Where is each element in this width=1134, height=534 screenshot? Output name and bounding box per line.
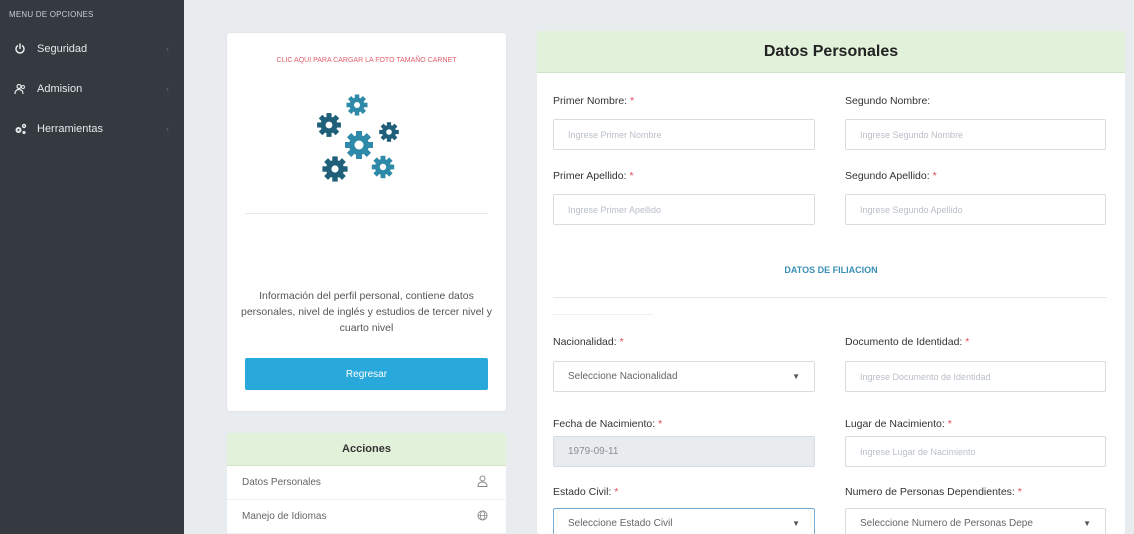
- action-item-label: Manejo de Idiomas: [242, 511, 327, 522]
- users-icon: [13, 82, 27, 96]
- segundo-nombre-input[interactable]: Ingrese Segundo Nombre: [845, 119, 1106, 150]
- dependientes-label: Numero de Personas Dependientes: *: [845, 486, 1022, 498]
- divider: [553, 297, 1107, 298]
- required-mark: *: [932, 170, 937, 182]
- action-item-datos-personales[interactable]: Datos Personales: [227, 466, 506, 500]
- label-text: Numero de Personas Dependientes:: [845, 486, 1015, 498]
- chevron-left-icon: ‹: [166, 83, 170, 95]
- primer-nombre-input[interactable]: Ingrese Primer Nombre: [553, 119, 815, 150]
- user-icon: [477, 475, 488, 490]
- upload-photo-link[interactable]: CLIC AQUI PARA CARGAR LA FOTO TAMAÑO CAR…: [227, 55, 506, 66]
- select-value: Seleccione Estado Civil: [568, 518, 673, 529]
- required-mark: *: [965, 336, 970, 348]
- select-value: Seleccione Numero de Personas Depe: [860, 518, 1033, 529]
- lugar-nacimiento-label: Lugar de Nacimiento: *: [845, 418, 952, 430]
- label-text: Primer Nombre:: [553, 95, 628, 107]
- gears-image[interactable]: [299, 87, 419, 197]
- nacionalidad-select[interactable]: Seleccione Nacionalidad ▼: [553, 361, 815, 392]
- required-mark: *: [658, 418, 663, 430]
- label-text: Lugar de Nacimiento:: [845, 418, 945, 430]
- required-mark: *: [630, 95, 635, 107]
- sidebar-item-herramientas[interactable]: Herramientas ‹: [0, 119, 184, 139]
- profile-description: Información del perfil personal, contien…: [241, 290, 492, 334]
- cogs-icon: [13, 122, 27, 136]
- back-button[interactable]: Regresar: [245, 358, 488, 390]
- chevron-down-icon: ▼: [792, 372, 800, 381]
- fecha-nacimiento-input[interactable]: 1979-09-11: [553, 436, 815, 467]
- required-mark: *: [619, 336, 624, 348]
- label-text: Documento de Identidad:: [845, 336, 963, 348]
- sidebar: MENU DE OPCIONES Seguridad ‹ Admision ‹ …: [0, 0, 184, 534]
- sidebar-item-label: Admision: [37, 83, 83, 95]
- documento-label: Documento de Identidad: *: [845, 336, 969, 348]
- sidebar-item-label: Seguridad: [37, 43, 88, 55]
- required-mark: *: [629, 170, 634, 182]
- form-title: Datos Personales: [537, 31, 1125, 73]
- label-text: Segundo Apellido:: [845, 170, 930, 182]
- profile-card: CLIC AQUI PARA CARGAR LA FOTO TAMAÑO CAR…: [227, 33, 506, 411]
- divider: [245, 213, 488, 214]
- fecha-nacimiento-label: Fecha de Nacimiento: *: [553, 418, 662, 430]
- required-mark: *: [1017, 486, 1022, 498]
- chevron-down-icon: ▼: [792, 519, 800, 528]
- power-icon: [13, 42, 27, 56]
- dependientes-select[interactable]: Seleccione Numero de Personas Depe ▼: [845, 508, 1106, 534]
- label-text: Estado Civil:: [553, 486, 612, 498]
- actions-title: Acciones: [227, 433, 506, 466]
- primer-apellido-input[interactable]: Ingrese Primer Apellido: [553, 194, 815, 225]
- required-mark: *: [614, 486, 619, 498]
- chevron-down-icon: ▼: [1083, 519, 1091, 528]
- label-text: Primer Apellido:: [553, 170, 627, 182]
- personal-data-form: Datos Personales Primer Nombre: * Ingres…: [537, 31, 1125, 534]
- primer-nombre-label: Primer Nombre: *: [553, 95, 634, 107]
- nacionalidad-label: Nacionalidad: *: [553, 336, 624, 348]
- segundo-apellido-input[interactable]: Ingrese Segundo Apellido: [845, 194, 1106, 225]
- label-text: Nacionalidad:: [553, 336, 617, 348]
- documento-input[interactable]: Ingrese Documento de Identidad: [845, 361, 1106, 392]
- chevron-left-icon: ‹: [166, 43, 170, 55]
- sidebar-item-seguridad[interactable]: Seguridad ‹: [0, 39, 184, 59]
- label-text: Fecha de Nacimiento:: [553, 418, 656, 430]
- select-value: Seleccione Nacionalidad: [568, 371, 678, 382]
- segundo-nombre-label: Segundo Nombre:: [845, 95, 930, 107]
- lugar-nacimiento-input[interactable]: Ingrese Lugar de Nacimiento: [845, 436, 1106, 467]
- sidebar-header: MENU DE OPCIONES: [9, 10, 94, 19]
- action-item-label: Datos Personales: [242, 477, 321, 488]
- actions-card: Acciones Datos Personales Manejo de Idio…: [227, 433, 506, 534]
- estado-civil-label: Estado Civil: *: [553, 486, 618, 498]
- segundo-apellido-label: Segundo Apellido: *: [845, 170, 937, 182]
- action-item-manejo-idiomas[interactable]: Manejo de Idiomas: [227, 500, 506, 534]
- sidebar-item-admision[interactable]: Admision ‹: [0, 79, 184, 99]
- chevron-left-icon: ‹: [166, 123, 170, 135]
- label-text: Segundo Nombre:: [845, 95, 931, 107]
- sidebar-item-label: Herramientas: [37, 123, 104, 135]
- primer-apellido-label: Primer Apellido: *: [553, 170, 634, 182]
- filiacion-section-title: DATOS DE FILIACION: [784, 265, 878, 275]
- divider: [553, 314, 653, 315]
- required-mark: *: [947, 418, 952, 430]
- globe-icon: [477, 510, 488, 524]
- estado-civil-select[interactable]: Seleccione Estado Civil ▼: [553, 508, 815, 534]
